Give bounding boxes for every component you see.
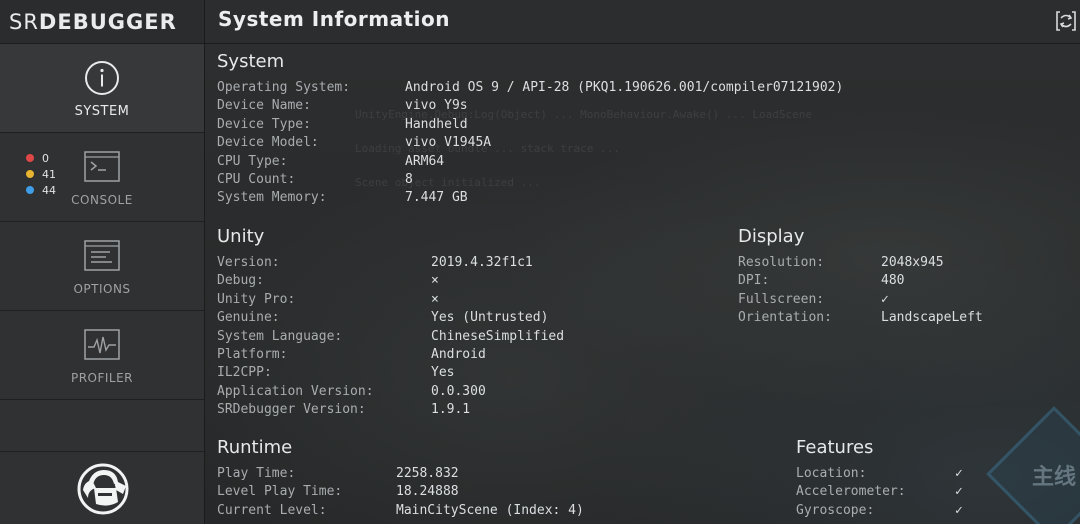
table-row: Level Play Time: 18.24888 xyxy=(217,484,459,500)
sidebar: SR DEBUGGER SYSTEM 0 41 44 CONSOLE OPTIO… xyxy=(0,0,205,524)
profiler-icon xyxy=(84,329,120,360)
error-dot xyxy=(26,154,34,162)
options-icon xyxy=(84,240,120,271)
page-title: System Information xyxy=(218,7,450,31)
table-row: Accelerometer: ✓ xyxy=(796,484,963,500)
stompy-robot-logo-icon xyxy=(77,463,128,515)
error-count: 0 xyxy=(26,150,56,166)
section-title-display: Display xyxy=(738,226,805,247)
sidebar-item-profiler[interactable]: PROFILER xyxy=(0,311,204,400)
table-row: Gyroscope: ✓ xyxy=(796,502,963,518)
sidebar-item-label: SYSTEM xyxy=(74,103,130,119)
table-row: Device Type: Handheld xyxy=(217,116,468,132)
table-row: DPI: 480 xyxy=(738,273,905,289)
table-row: Operating System: Android OS 9 / API-28 (… xyxy=(217,80,844,95)
console-counts: 0 41 44 xyxy=(26,150,56,198)
table-row: Device Model: vivo V1945A xyxy=(217,135,492,151)
table-row: Play Time: 2258.832 xyxy=(217,466,459,481)
info-icon xyxy=(85,60,119,95)
dock-toggle-icon[interactable] xyxy=(1054,8,1078,34)
system-table: Operating System: Android OS 9 / API-28 (… xyxy=(217,79,843,208)
table-row: Device Name: vivo Y9s xyxy=(217,98,468,114)
features-table: Location: ✓ Accelerometer: ✓ Gyroscope: ✓ xyxy=(796,465,963,520)
sidebar-spacer xyxy=(0,400,204,452)
logo-main: DEBUGGER xyxy=(38,9,177,34)
section-title-system: System xyxy=(217,51,285,72)
logo-prefix: SR xyxy=(9,9,39,34)
runtime-table: Play Time: 2258.832 Level Play Time: 18.24… xyxy=(217,465,584,520)
warning-count: 41 xyxy=(26,166,56,182)
table-row: IL2CPP: Yes xyxy=(217,365,455,381)
sidebar-item-label: PROFILER xyxy=(70,371,134,385)
display-table: Resolution: 2048x945 DPI: 480 Fullscreen: ✓… xyxy=(738,254,983,328)
table-row: Unity Pro: × xyxy=(217,291,439,307)
table-row: System Language: ChineseSimplified xyxy=(217,328,565,344)
sidebar-item-system[interactable]: SYSTEM xyxy=(0,44,204,133)
table-row: Resolution: 2048x945 xyxy=(738,255,944,270)
sidebar-item-label: CONSOLE xyxy=(71,193,133,207)
table-row: Genuine: Yes (Untrusted) xyxy=(217,310,549,326)
system-info-content: System Operating System: Android OS 9 / A… xyxy=(205,44,1080,524)
table-row: Current Level: MainCityScene (Index: 4) xyxy=(217,502,584,518)
table-row: Version: 2019.4.32f1c1 xyxy=(217,255,533,270)
table-row: Fullscreen: ✓ xyxy=(738,291,889,307)
table-row: CPU Type: ARM64 xyxy=(217,153,445,169)
unity-table: Version: 2019.4.32f1c1 Debug: × Unity Pro:… xyxy=(217,254,564,420)
table-row: System Memory: 7.447 GB xyxy=(217,190,468,206)
table-row: SRDebugger Version: 1.9.1 xyxy=(217,402,471,418)
table-row: Debug: × xyxy=(217,273,439,289)
section-title-runtime: Runtime xyxy=(217,437,293,458)
sidebar-footer xyxy=(0,450,205,524)
sidebar-item-label: OPTIONS xyxy=(73,282,131,296)
warning-dot xyxy=(26,170,34,178)
sidebar-item-options[interactable]: OPTIONS xyxy=(0,222,204,311)
table-row: Platform: Android xyxy=(217,346,486,362)
terminal-icon xyxy=(84,151,120,182)
sidebar-item-console[interactable]: 0 41 44 CONSOLE xyxy=(0,133,204,222)
table-row: Orientation: LandscapeLeft xyxy=(738,310,983,326)
header-bar: System Information xyxy=(205,0,1080,44)
srdebugger-logo: SR DEBUGGER xyxy=(0,0,204,44)
section-title-unity: Unity xyxy=(217,226,265,247)
table-row: Location: ✓ xyxy=(796,466,963,481)
table-row: Application Version: 0.0.300 xyxy=(217,383,486,399)
info-dot xyxy=(26,186,34,194)
table-row: CPU Count: 8 xyxy=(217,171,413,187)
section-title-features: Features xyxy=(796,437,874,458)
info-count: 44 xyxy=(26,182,56,198)
